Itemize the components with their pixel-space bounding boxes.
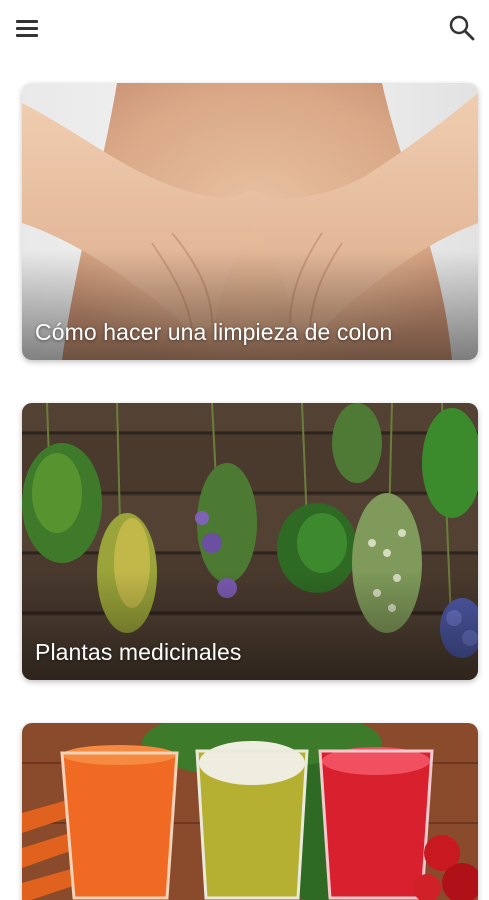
- article-title: Plantas medicinales: [35, 639, 242, 665]
- search-icon[interactable]: [447, 13, 477, 43]
- article-card-juices[interactable]: [22, 723, 478, 900]
- article-card-colon-cleanse[interactable]: Cómo hacer una limpieza de colon: [22, 83, 478, 360]
- article-card-medicinal-plants[interactable]: Plantas medicinales: [22, 403, 478, 680]
- article-image-juices: [22, 723, 478, 900]
- article-title: Cómo hacer una limpieza de colon: [35, 319, 393, 345]
- app-bar: [0, 0, 489, 60]
- hamburger-menu-icon[interactable]: [14, 16, 42, 40]
